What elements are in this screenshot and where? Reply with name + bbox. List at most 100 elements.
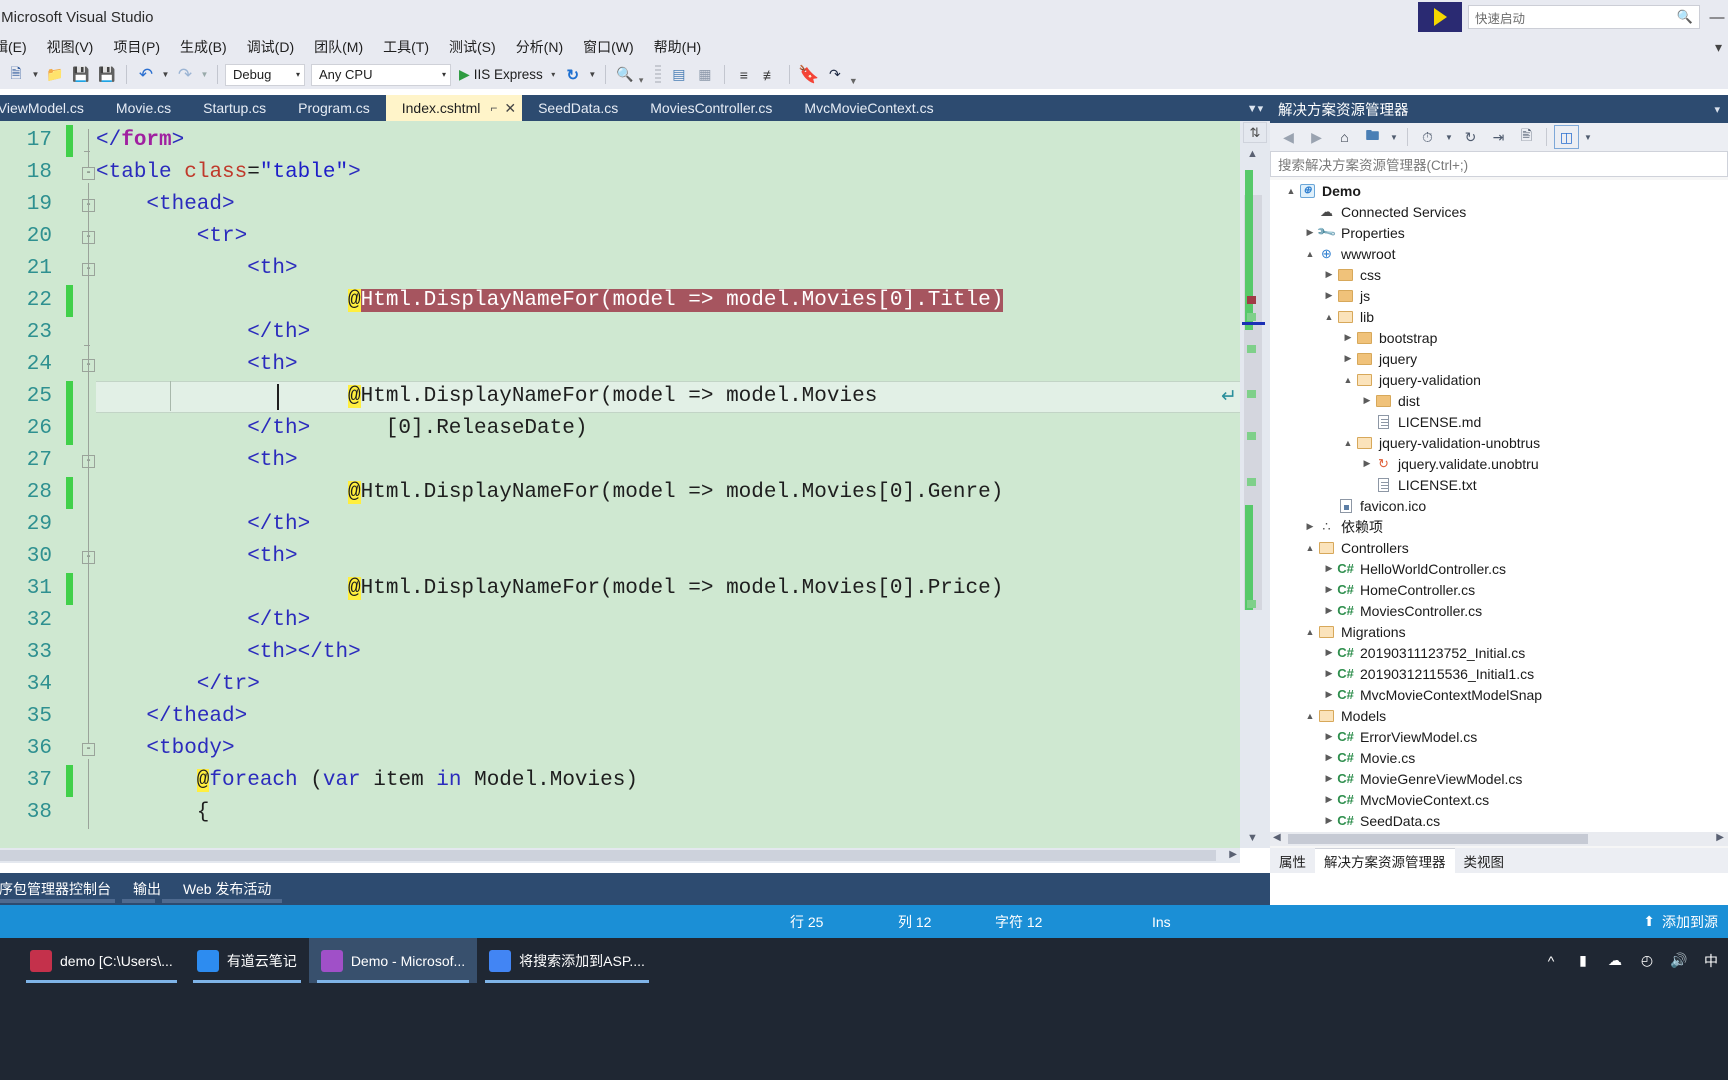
new-folder-icon[interactable]: 🖿 <box>1360 125 1385 149</box>
tree-item-26[interactable]: ▶ C# ErrorViewModel.cs <box>1270 726 1728 747</box>
fold-toggle-icon[interactable]: - <box>82 167 95 180</box>
editor-tab-1[interactable]: Movie.cs <box>99 95 188 121</box>
tree-item-6[interactable]: ▲ lib <box>1270 306 1728 327</box>
hscroll-thumb[interactable] <box>1288 834 1588 844</box>
chevron-down-icon[interactable]: ▼ <box>1582 125 1594 149</box>
code-line[interactable]: <th></th> <box>247 637 360 669</box>
tree-item-15[interactable]: favicon.ico <box>1270 495 1728 516</box>
fold-toggle-icon[interactable]: - <box>82 743 95 756</box>
window-controls[interactable]: — <box>1706 9 1728 26</box>
minimize-button[interactable]: — <box>1706 9 1728 26</box>
status-publish[interactable]: ⬆ 添加到源 <box>1643 912 1718 932</box>
find-icon[interactable]: 🔍 <box>613 63 637 87</box>
menu-item-5[interactable]: 团队(M) <box>304 35 373 59</box>
toolbar-overflow2-icon[interactable]: ▼ <box>849 76 859 89</box>
expander-collapsed-icon[interactable]: ▶ <box>1341 353 1355 364</box>
expander-collapsed-icon[interactable]: ▶ <box>1341 332 1355 343</box>
expander-collapsed-icon[interactable]: ▶ <box>1322 647 1336 658</box>
code-line[interactable]: </th> <box>247 413 310 445</box>
expander-expanded-icon[interactable]: ▲ <box>1303 627 1317 637</box>
configuration-dropdown[interactable]: Debug ▾ <box>225 63 305 86</box>
code-line[interactable]: @Html.DisplayNameFor(model => model.Movi… <box>348 477 1003 509</box>
show-all-files-icon[interactable]: ◫ <box>1554 125 1579 149</box>
expander-expanded-icon[interactable]: ▲ <box>1284 186 1298 196</box>
undo-icon[interactable]: ↶ <box>134 63 158 87</box>
tab-overflow-icon[interactable]: ▼▾ <box>1240 95 1270 121</box>
hscroll-right-arrow-icon[interactable]: ▶ <box>1716 832 1724 843</box>
tree-item-18[interactable]: ▶ C# HelloWorldController.cs <box>1270 558 1728 579</box>
editor-tab-3[interactable]: Program.cs <box>282 95 386 121</box>
code-line[interactable]: </th> <box>247 317 310 349</box>
scroll-up-arrow-icon[interactable]: ▲ <box>1247 148 1258 160</box>
code-line[interactable]: </tr> <box>197 669 260 701</box>
code-line[interactable]: <thead> <box>146 189 234 221</box>
pending-changes-icon[interactable]: ⏱ <box>1415 125 1440 149</box>
back-icon[interactable]: ◀ <box>1276 125 1301 149</box>
expander-collapsed-icon[interactable]: ▶ <box>1322 584 1336 595</box>
taskbar-item-3[interactable]: 将搜索添加到ASP.... <box>477 938 657 983</box>
code-line[interactable]: </th> <box>247 509 310 541</box>
menu-item-4[interactable]: 调试(D) <box>237 35 304 59</box>
expander-expanded-icon[interactable]: ▲ <box>1303 543 1317 553</box>
tree-item-20[interactable]: ▶ C# MoviesController.cs <box>1270 600 1728 621</box>
collapse-all-icon[interactable]: ⇥ <box>1486 125 1511 149</box>
tree-item-3[interactable]: ▲ ⊕ wwwroot <box>1270 243 1728 264</box>
editor-tab-7[interactable]: MvcMovieContext.cs <box>788 95 950 121</box>
battery-icon[interactable]: ▮ <box>1574 952 1592 969</box>
tray-item-5[interactable]: 中 <box>1702 951 1720 971</box>
split-view-icon[interactable]: ⇅ <box>1243 122 1267 143</box>
menu-item-8[interactable]: 分析(N) <box>506 35 573 59</box>
expander-expanded-icon[interactable]: ▲ <box>1341 438 1355 448</box>
tree-item-9[interactable]: ▲ jquery-validation <box>1270 369 1728 390</box>
taskbar-item-1[interactable]: 有道云笔记 <box>185 938 309 983</box>
solution-explorer-search-input[interactable]: 搜索解决方案资源管理器(Ctrl+;) <box>1270 151 1728 177</box>
save-icon[interactable]: 💾 <box>69 63 93 87</box>
undo-caret-icon[interactable]: ▼ <box>160 63 171 87</box>
next-bookmark-icon[interactable]: ↷ <box>823 63 847 87</box>
code-line[interactable]: <th> <box>247 445 297 477</box>
new-project-icon[interactable]: 🗎 <box>4 63 28 87</box>
code-line[interactable]: <tr> <box>197 221 247 253</box>
tree-item-13[interactable]: ▶ ↻ jquery.validate.unobtru <box>1270 453 1728 474</box>
code-line[interactable]: </thead> <box>146 701 247 733</box>
new-project-caret-icon[interactable]: ▼ <box>30 63 41 87</box>
scroll-down-arrow-icon[interactable]: ▼ <box>1247 832 1258 844</box>
expander-expanded-icon[interactable]: ▲ <box>1303 711 1317 721</box>
onedrive-icon[interactable]: ☁ <box>1606 952 1624 969</box>
menu-item-7[interactable]: 测试(S) <box>439 35 506 59</box>
code-line[interactable]: @Html.DisplayNameFor(model => model.Movi… <box>348 381 877 413</box>
menu-item-2[interactable]: 项目(P) <box>103 35 170 59</box>
tree-item-0[interactable]: ▲ ⊕ Demo <box>1270 180 1728 201</box>
menu-item-10[interactable]: 帮助(H) <box>644 35 711 59</box>
expander-expanded-icon[interactable]: ▲ <box>1322 312 1336 322</box>
refresh-caret-icon[interactable]: ▼ <box>587 63 598 87</box>
close-tab-icon[interactable]: ✕ <box>504 100 516 117</box>
code-line[interactable]: <th> <box>247 253 297 285</box>
bottom-panel-tab-0[interactable]: 序包管理器控制台 <box>0 879 122 899</box>
expander-collapsed-icon[interactable]: ▶ <box>1322 815 1336 826</box>
run-target-label[interactable]: IIS Express <box>474 67 546 82</box>
editor-tab-0[interactable]: eViewModel.cs <box>0 95 100 121</box>
editor-tab-2[interactable]: Startup.cs <box>187 95 283 121</box>
expander-collapsed-icon[interactable]: ▶ <box>1322 731 1336 742</box>
tree-item-19[interactable]: ▶ C# HomeController.cs <box>1270 579 1728 600</box>
code-line[interactable]: @foreach (var item in Model.Movies) <box>196 765 638 797</box>
outdent-icon[interactable]: ≢ <box>758 63 782 87</box>
menu-item-3[interactable]: 生成(B) <box>170 35 237 59</box>
code-line-wrapped[interactable]: [0].ReleaseDate) <box>386 413 588 445</box>
tree-item-30[interactable]: ▶ C# SeedData.cs <box>1270 810 1728 831</box>
menu-item-6[interactable]: 工具(T) <box>373 35 439 59</box>
editor-tab-5[interactable]: SeedData.cs <box>522 95 635 121</box>
selected-code[interactable]: Html.DisplayNameFor(model => model.Movie… <box>360 289 1004 312</box>
code-line[interactable]: <tbody> <box>146 733 234 765</box>
tree-item-2[interactable]: ▶ 🔧 Properties <box>1270 221 1728 243</box>
hscroll-right-arrow-icon[interactable]: ▶ <box>1229 849 1237 860</box>
platform-dropdown[interactable]: Any CPU ▾ <box>311 63 451 86</box>
bottom-panel-tab-2[interactable]: Web 发布活动 <box>172 879 282 899</box>
expander-expanded-icon[interactable]: ▲ <box>1341 375 1355 385</box>
expander-collapsed-icon[interactable]: ▶ <box>1303 521 1317 532</box>
editor-tab-4[interactable]: Index.cshtml ⌐ ✕ <box>385 95 523 121</box>
expander-collapsed-icon[interactable]: ▶ <box>1322 269 1336 280</box>
se-bottom-tab-1[interactable]: 解决方案资源管理器 <box>1315 848 1455 873</box>
expander-expanded-icon[interactable]: ▲ <box>1303 249 1317 259</box>
